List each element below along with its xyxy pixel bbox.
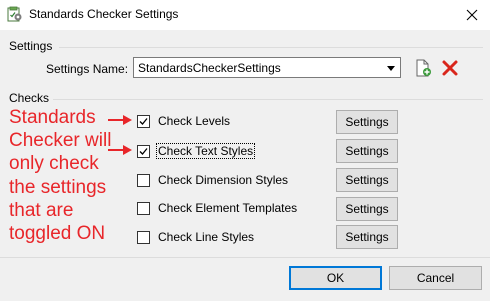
settings-group-divider bbox=[59, 47, 483, 48]
settings-name-dropdown[interactable]: StandardsCheckerSettings bbox=[133, 57, 401, 78]
check-element-templates-checkbox[interactable] bbox=[137, 202, 150, 215]
checkmark-icon bbox=[139, 148, 148, 155]
check-dimension-styles-checkbox[interactable] bbox=[137, 174, 150, 187]
delete-x-icon[interactable] bbox=[441, 59, 459, 77]
red-arrow-icon bbox=[108, 145, 132, 155]
close-icon[interactable] bbox=[462, 5, 482, 25]
ok-button[interactable]: OK bbox=[289, 266, 382, 290]
chevron-down-icon bbox=[387, 66, 395, 71]
check-levels-label: Check Levels bbox=[158, 114, 231, 128]
check-dimension-styles-settings-button[interactable]: Settings bbox=[336, 168, 398, 192]
check-levels-checkbox[interactable] bbox=[137, 115, 150, 128]
checks-group-label: Checks bbox=[9, 91, 50, 105]
checkmark-icon bbox=[139, 118, 148, 125]
red-arrow-icon bbox=[108, 115, 132, 125]
check-text-styles-label: Check Text Styles bbox=[156, 143, 256, 159]
check-line-styles-checkbox[interactable] bbox=[137, 231, 150, 244]
check-levels-settings-button[interactable]: Settings bbox=[336, 110, 398, 134]
annotation-line: only check bbox=[9, 153, 99, 175]
annotation-line: toggled ON bbox=[9, 223, 106, 245]
settings-group-label: Settings bbox=[9, 39, 53, 53]
annotation-text: Standards Checker will only check the se… bbox=[9, 106, 127, 245]
cancel-button[interactable]: Cancel bbox=[389, 266, 482, 290]
title-bar: Standards Checker Settings bbox=[0, 0, 490, 30]
check-text-styles-settings-button[interactable]: Settings bbox=[336, 139, 398, 163]
settings-name-value: StandardsCheckerSettings bbox=[138, 61, 281, 75]
check-line-styles-label: Check Line Styles bbox=[158, 230, 255, 244]
check-element-templates-label: Check Element Templates bbox=[158, 201, 298, 215]
check-text-styles-checkbox[interactable] bbox=[137, 145, 150, 158]
footer-divider bbox=[0, 257, 490, 258]
check-line-styles-settings-button[interactable]: Settings bbox=[336, 225, 398, 249]
checks-group-divider bbox=[53, 99, 483, 100]
annotation-line: the settings bbox=[9, 176, 107, 198]
app-icon bbox=[7, 6, 22, 22]
annotation-line: that are bbox=[9, 199, 74, 221]
check-element-templates-settings-button[interactable]: Settings bbox=[336, 197, 398, 221]
new-document-icon[interactable] bbox=[414, 59, 432, 77]
settings-name-label: Settings Name: bbox=[46, 62, 129, 76]
window-title: Standards Checker Settings bbox=[29, 7, 179, 21]
check-dimension-styles-label: Check Dimension Styles bbox=[158, 173, 289, 187]
